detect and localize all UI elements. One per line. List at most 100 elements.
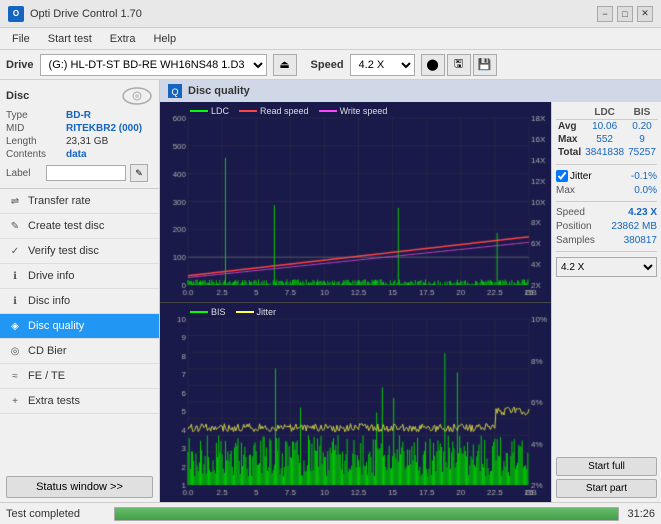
jitter-checkbox[interactable]	[556, 170, 568, 182]
nav-disc-quality-label: Disc quality	[28, 320, 84, 332]
nav-extra-tests[interactable]: + Extra tests	[0, 389, 159, 414]
transfer-rate-icon: ⇌	[8, 194, 22, 208]
legend-write-speed: Write speed	[319, 106, 388, 116]
sidebar: Disc Type BD-R MID RITEKBR2 (000) Lengt	[0, 80, 160, 502]
jitter-max-label: Max	[556, 185, 575, 196]
legend-ldc: LDC	[190, 106, 229, 116]
disc-quality-header: Q Disc quality	[160, 80, 661, 102]
samples-stat-value: 380817	[624, 235, 657, 246]
speed-icon-2[interactable]: 🖫	[447, 54, 471, 76]
svg-text:Q: Q	[171, 87, 178, 97]
nav-transfer-rate[interactable]: ⇌ Transfer rate	[0, 189, 159, 214]
status-time: 31:26	[627, 508, 655, 520]
speed-label: Speed	[311, 59, 344, 71]
jitter-color	[236, 311, 254, 313]
statusbar: Test completed 31:26	[0, 502, 661, 524]
read-speed-color	[239, 110, 257, 112]
top-chart: LDC Read speed Write speed	[160, 102, 551, 303]
eject-button[interactable]: ⏏	[273, 54, 297, 76]
nav-create-test-disc[interactable]: ✎ Create test disc	[0, 214, 159, 239]
label-edit-button[interactable]: ✎	[130, 164, 148, 182]
speed-stat-label: Speed	[556, 207, 585, 218]
charts-stats-container: LDC Read speed Write speed	[160, 102, 661, 502]
samples-row: Samples 380817	[556, 235, 657, 246]
status-text: Test completed	[6, 508, 106, 520]
start-part-button[interactable]: Start part	[556, 479, 657, 498]
legend-jitter: Jitter	[236, 307, 277, 317]
create-test-disc-icon: ✎	[8, 219, 22, 233]
speed-select[interactable]: 4.2 X	[350, 54, 415, 76]
nav-drive-info-label: Drive info	[28, 270, 74, 282]
samples-stat-label: Samples	[556, 235, 595, 246]
position-stat-value: 23862 MB	[611, 221, 657, 232]
app-title: Opti Drive Control 1.70	[30, 8, 142, 20]
label-key: Label	[6, 168, 42, 179]
extra-tests-icon: +	[8, 394, 22, 408]
stats-panel: LDC BIS Avg 10.06 0.20 Max 552	[551, 102, 661, 502]
ldc-color	[190, 110, 208, 112]
close-button[interactable]: ✕	[637, 6, 653, 22]
disc-quality-icon: ◈	[8, 319, 22, 333]
nav-cd-bier-label: CD Bier	[28, 345, 67, 357]
disc-quality-header-icon: Q	[168, 84, 182, 98]
stats-total-row: Total 3841838 75257	[556, 146, 658, 159]
speed-icon-3[interactable]: 💾	[473, 54, 497, 76]
quality-speed-select[interactable]: 4.2 X	[556, 257, 657, 277]
disc-header-text: Disc	[6, 90, 29, 102]
progress-bar	[114, 507, 619, 521]
nav-cd-bier[interactable]: ◎ CD Bier	[0, 339, 159, 364]
nav-disc-info[interactable]: ℹ Disc info	[0, 289, 159, 314]
nav-verify-test-disc[interactable]: ✓ Verify test disc	[0, 239, 159, 264]
drivebar: Drive (G:) HL-DT-ST BD-RE WH16NS48 1.D3 …	[0, 50, 661, 80]
col-header-empty	[556, 106, 583, 120]
drive-select[interactable]: (G:) HL-DT-ST BD-RE WH16NS48 1.D3	[40, 54, 267, 76]
nav-disc-info-label: Disc info	[28, 295, 70, 307]
speed-icon-1[interactable]: ⬤	[421, 54, 445, 76]
stats-max-row: Max 552 9	[556, 133, 658, 146]
app-logo: O	[8, 6, 24, 22]
avg-ldc: 10.06	[583, 120, 626, 134]
start-full-button[interactable]: Start full	[556, 457, 657, 476]
drive-label: Drive	[6, 59, 34, 71]
type-key: Type	[6, 110, 66, 121]
jitter-max-val: 0.0%	[634, 185, 657, 196]
write-speed-label: Write speed	[340, 106, 388, 116]
total-bis: 75257	[626, 146, 658, 159]
nav-fe-te[interactable]: ≈ FE / TE	[0, 364, 159, 389]
label-input[interactable]	[46, 165, 126, 181]
read-speed-label: Read speed	[260, 106, 309, 116]
col-header-bis: BIS	[626, 106, 658, 120]
disc-panel: Disc Type BD-R MID RITEKBR2 (000) Lengt	[0, 80, 159, 189]
type-value: BD-R	[66, 110, 153, 121]
nav-fe-te-label: FE / TE	[28, 370, 65, 382]
bis-color	[190, 311, 208, 313]
disc-info-icon: ℹ	[8, 294, 22, 308]
nav-drive-info[interactable]: ℹ Drive info	[0, 264, 159, 289]
ldc-label: LDC	[211, 106, 229, 116]
max-ldc: 552	[583, 133, 626, 146]
position-row: Position 23862 MB	[556, 221, 657, 232]
progress-bar-fill	[115, 508, 618, 520]
status-window-button[interactable]: Status window >>	[6, 476, 153, 498]
disc-icon	[121, 86, 153, 106]
maximize-button[interactable]: □	[617, 6, 633, 22]
speed-row: Speed 4.23 X	[556, 207, 657, 218]
mid-value: RITEKBR2 (000)	[66, 123, 153, 134]
menu-extra[interactable]: Extra	[102, 31, 144, 47]
bis-label: BIS	[211, 307, 226, 317]
content-area: Q Disc quality LDC	[160, 80, 661, 502]
charts-area: LDC Read speed Write speed	[160, 102, 551, 502]
drive-info-icon: ℹ	[8, 269, 22, 283]
cd-bier-icon: ◎	[8, 344, 22, 358]
menu-start-test[interactable]: Start test	[40, 31, 100, 47]
legend-bis: BIS	[190, 307, 226, 317]
menu-help[interactable]: Help	[145, 31, 184, 47]
jitter-label: Jitter	[570, 171, 592, 182]
menu-file[interactable]: File	[4, 31, 38, 47]
stats-table: LDC BIS Avg 10.06 0.20 Max 552	[556, 106, 658, 159]
legend-read-speed: Read speed	[239, 106, 309, 116]
minimize-button[interactable]: −	[597, 6, 613, 22]
nav-disc-quality[interactable]: ◈ Disc quality	[0, 314, 159, 339]
write-speed-color	[319, 110, 337, 112]
jitter-label-legend: Jitter	[257, 307, 277, 317]
